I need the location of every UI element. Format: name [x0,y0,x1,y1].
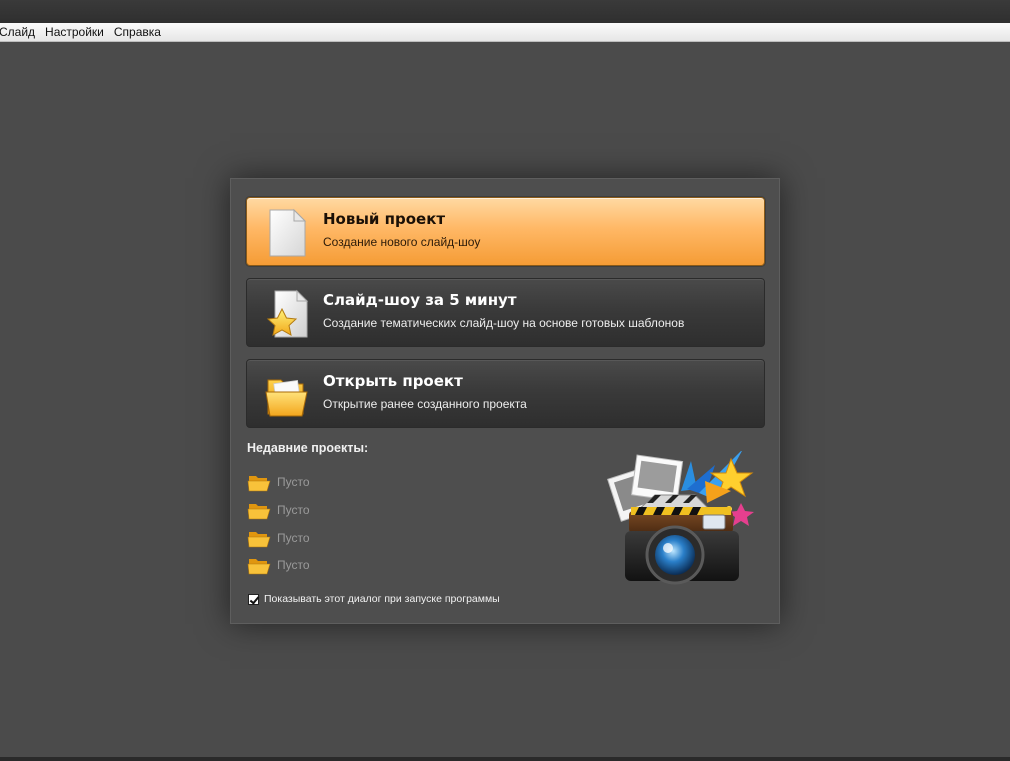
star-document-icon [266,289,309,338]
menu-bar: Слайд Настройки Справка [0,23,1010,42]
folder-icon [247,532,271,548]
new-project-title: Новый проект [323,210,446,228]
folder-icon [265,379,308,417]
folder-icon [247,476,271,492]
start-dialog: Новый проект Создание нового слайд-шоу С… [230,178,780,624]
recent-project-item[interactable]: Пусто [247,499,310,521]
bottom-strip [0,757,1010,761]
open-project-button[interactable]: Открыть проект Открытие ранее созданного… [246,359,765,428]
recent-project-label: Пусто [277,531,310,545]
document-icon [269,208,307,257]
recent-project-item[interactable]: Пусто [247,554,310,576]
show-on-start-checkbox[interactable] [248,593,259,605]
recent-project-label: Пусто [277,475,310,489]
camera-illustration-icon [607,451,754,585]
recent-project-item[interactable]: Пусто [247,471,310,493]
new-project-subtitle: Создание нового слайд-шоу [323,235,481,249]
new-project-button[interactable]: Новый проект Создание нового слайд-шоу [246,197,765,266]
open-project-title: Открыть проект [323,372,463,390]
recent-project-item[interactable]: Пусто [247,527,310,549]
folder-icon [247,504,271,520]
open-project-subtitle: Открытие ранее созданного проекта [323,397,527,411]
recent-projects-heading: Недавние проекты: [247,441,369,455]
quick-slideshow-title: Слайд-шоу за 5 минут [323,291,517,309]
menu-slide[interactable]: Слайд [0,25,40,39]
menu-settings[interactable]: Настройки [40,25,109,39]
folder-icon [247,559,271,575]
show-on-start-label[interactable]: Показывать этот диалог при запуске прогр… [264,593,500,605]
recent-project-label: Пусто [277,558,310,572]
recent-project-label: Пусто [277,503,310,517]
quick-slideshow-button[interactable]: Слайд-шоу за 5 минут Создание тематическ… [246,278,765,347]
quick-slideshow-subtitle: Создание тематических слайд-шоу на основ… [323,316,685,330]
show-on-start-option: Показывать этот диалог при запуске прогр… [248,593,500,605]
menu-help[interactable]: Справка [109,25,166,39]
window-titlebar [0,0,1010,23]
